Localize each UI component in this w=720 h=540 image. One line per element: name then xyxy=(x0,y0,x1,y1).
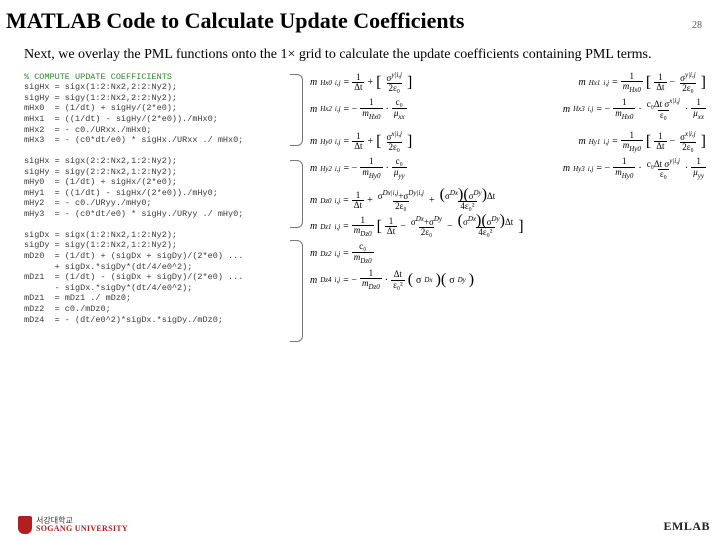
university-logo: 서강대학교 SOGANG UNIVERSITY xyxy=(18,516,128,534)
slide: MATLAB Code to Calculate Update Coeffici… xyxy=(0,0,720,540)
lab-name: EMLAB xyxy=(663,519,710,534)
eq-hy2: mHy2i,j = − 1mHy0 ·c₀μyy xyxy=(310,157,407,180)
eq-hx2: mHx2i,j = − 1mHx0 ·c₀μxx xyxy=(310,98,407,121)
eq-hy3: mHy3i,j = − 1mHy0 ·c₀Δt σy|i,jε₀ ·1μyy xyxy=(563,157,706,180)
code-comment: % COMPUTE UPDATE COEFFICIENTS xyxy=(24,72,172,82)
eq-dz2: mDz2i,j = c₀mDz0 xyxy=(310,242,374,265)
brace-hy xyxy=(290,160,303,228)
intro-text: Next, we overlay the PML functions onto … xyxy=(24,46,688,64)
eq-hx1: mHx1i,j = 1mHx0 [1Δt − σy|i,j2ε₀] xyxy=(579,72,706,95)
page-title: MATLAB Code to Calculate Update Coeffici… xyxy=(6,8,464,34)
eq-dz0: mDz0i,j = 1Δt + σDx|i,j+σDy|i,j2ε₀ + (σD… xyxy=(310,190,497,212)
eq-hy1: mHy1i,j = 1mHy0 [1Δt − σx|i,j2ε₀] xyxy=(579,131,706,154)
uni-english: SOGANG UNIVERSITY xyxy=(36,525,128,533)
eq-hx3: mHx3i,j = − 1mHx0 ·c₀Δt σx|i,jε₀ ·1μxx xyxy=(563,98,706,121)
brace-column xyxy=(290,72,304,336)
shield-icon xyxy=(18,516,32,534)
math-hy: mHy0i,j = 1Δt + [σx|i,j2ε₀] mHy1i,j = 1m… xyxy=(310,131,706,180)
eq-dz4: mDz4i,j = − 1mDz0 ·Δtε₀² (σDx)(σDy) xyxy=(310,269,474,292)
code-block-dz: sigDx = sigx(1:2:Nx2,1:2:Ny2); sigDy = s… xyxy=(24,230,284,326)
math-dz: mDz0i,j = 1Δt + σDx|i,j+σDy|i,j2ε₀ + (σD… xyxy=(310,190,706,292)
eq-hx0: mHx0i,j = 1Δt + [σy|i,j2ε₀] xyxy=(310,72,412,94)
header: MATLAB Code to Calculate Update Coeffici… xyxy=(6,8,706,42)
code-block-hy: sigHx = sigx(2:2:Nx2,1:2:Ny2); sigHy = s… xyxy=(24,156,284,220)
code-block-hx: % COMPUTE UPDATE COEFFICIENTS sigHx = si… xyxy=(24,72,284,146)
math-column: mHx0i,j = 1Δt + [σy|i,j2ε₀] mHx1i,j = 1m… xyxy=(310,72,706,336)
footer: 서강대학교 SOGANG UNIVERSITY EMLAB xyxy=(0,516,720,534)
brace-dz xyxy=(290,240,303,342)
code-hx: sigHx = sigx(1:2:Nx2,2:2:Ny2); sigHy = s… xyxy=(24,82,243,145)
eq-dz1: mDz1i,j = 1mDz0 [1Δt − σDx+σDy2ε₀ − (σDx… xyxy=(310,216,524,239)
page-number: 28 xyxy=(692,20,706,31)
math-hx: mHx0i,j = 1Δt + [σy|i,j2ε₀] mHx1i,j = 1m… xyxy=(310,72,706,121)
code-column: % COMPUTE UPDATE COEFFICIENTS sigHx = si… xyxy=(24,72,284,336)
eq-hy0: mHy0i,j = 1Δt + [σx|i,j2ε₀] xyxy=(310,131,412,153)
content-area: % COMPUTE UPDATE COEFFICIENTS sigHx = si… xyxy=(6,72,706,336)
brace-hx xyxy=(290,74,303,146)
